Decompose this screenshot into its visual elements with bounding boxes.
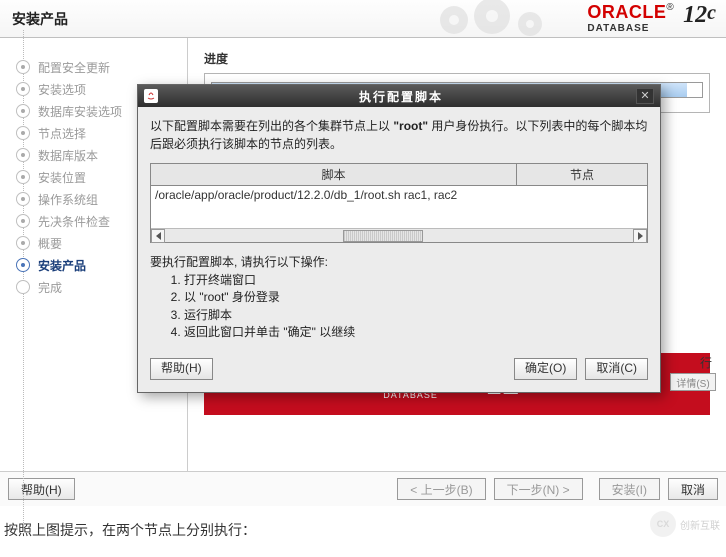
step-security-update[interactable]: 配置安全更新 bbox=[0, 56, 187, 78]
back-button[interactable]: < 上一步(B) bbox=[397, 478, 485, 500]
oracle-logo: ORACLE® DATABASE 12c bbox=[587, 2, 716, 34]
next-button[interactable]: 下一步(N) > bbox=[494, 478, 583, 500]
watermark: CX 创新互联 bbox=[650, 511, 720, 537]
step-tick-icon bbox=[16, 126, 30, 140]
dialog-body: 以下配置脚本需要在列出的各个集群节点上以 "root" 用户身份执行。以下列表中… bbox=[138, 107, 660, 352]
cancel-button[interactable]: 取消 bbox=[668, 478, 718, 500]
grid-header: 脚本 节点 bbox=[151, 164, 647, 186]
step-label: 安装选项 bbox=[38, 81, 86, 98]
step-tick-icon bbox=[16, 104, 30, 118]
dialog-ok-button[interactable]: 确定(O) bbox=[514, 358, 577, 380]
todo-block: 要执行配置脚本, 请执行以下操作: 打开终端窗口 以 "root" 身份登录 运… bbox=[150, 253, 648, 342]
step-tick-icon bbox=[16, 82, 30, 96]
close-icon[interactable]: ✕ bbox=[636, 88, 654, 104]
step-tick-icon bbox=[16, 236, 30, 250]
step-label: 完成 bbox=[38, 279, 62, 296]
watermark-icon: CX bbox=[650, 511, 676, 537]
step-label: 节点选择 bbox=[38, 125, 86, 142]
scroll-left-icon[interactable] bbox=[151, 229, 165, 243]
step-label: 安装位置 bbox=[38, 169, 86, 186]
install-button[interactable]: 安装(I) bbox=[599, 478, 660, 500]
java-icon bbox=[144, 89, 158, 103]
brand-word: ORACLE bbox=[587, 2, 666, 22]
scroll-right-icon[interactable] bbox=[633, 229, 647, 243]
list-item: 运行脚本 bbox=[184, 307, 648, 324]
brand-ver: 12 bbox=[683, 2, 707, 28]
help-button[interactable]: 帮助(H) bbox=[8, 478, 75, 500]
scroll-track[interactable] bbox=[165, 229, 633, 243]
grid-body[interactable]: /oracle/app/oracle/product/12.2.0/db_1/r… bbox=[151, 186, 647, 228]
dialog-instruction: 以下配置脚本需要在列出的各个集群节点上以 "root" 用户身份执行。以下列表中… bbox=[150, 117, 648, 153]
step-label: 安装产品 bbox=[38, 257, 86, 274]
config-script-dialog: 执行配置脚本 ✕ 以下配置脚本需要在列出的各个集群节点上以 "root" 用户身… bbox=[137, 84, 661, 393]
window-title: 安装产品 bbox=[0, 9, 68, 29]
details-button[interactable]: 详情(S) bbox=[670, 373, 716, 391]
gears-decor bbox=[434, 0, 554, 38]
step-label: 先决条件检查 bbox=[38, 213, 110, 230]
step-label: 配置安全更新 bbox=[38, 59, 110, 76]
list-item: 打开终端窗口 bbox=[184, 272, 648, 289]
nav-buttons: < 上一步(B) 下一步(N) > bbox=[397, 478, 582, 500]
step-label: 数据库安装选项 bbox=[38, 103, 122, 120]
step-label: 操作系统组 bbox=[38, 191, 98, 208]
side-controls: 行 详情(S) bbox=[670, 354, 716, 391]
step-tick-icon bbox=[16, 214, 30, 228]
table-row[interactable]: /oracle/app/oracle/product/12.2.0/db_1/r… bbox=[151, 186, 647, 204]
list-item: 以 "root" 身份登录 bbox=[184, 289, 648, 306]
step-label: 数据库版本 bbox=[38, 147, 98, 164]
progress-label: 进度 bbox=[204, 50, 710, 67]
footer-note: 按照上图提示，在两个节点上分别执行： bbox=[0, 506, 726, 540]
step-tick-icon bbox=[16, 60, 30, 74]
side-char: 行 bbox=[700, 354, 712, 371]
titlebar: 安装产品 ORACLE® DATABASE 12c bbox=[0, 0, 726, 38]
col-script[interactable]: 脚本 bbox=[151, 164, 517, 185]
step-tick-icon bbox=[16, 192, 30, 206]
brand-suffix: c bbox=[707, 2, 716, 24]
bottom-bar: 帮助(H) < 上一步(B) 下一步(N) > 安装(I) 取消 bbox=[0, 472, 726, 506]
brand-sub: DATABASE bbox=[587, 23, 649, 34]
step-tick-icon bbox=[16, 258, 30, 272]
step-tick-icon bbox=[16, 148, 30, 162]
col-node[interactable]: 节点 bbox=[517, 164, 647, 185]
cell-node bbox=[517, 186, 647, 204]
step-tick-icon bbox=[16, 280, 30, 294]
step-label: 概要 bbox=[38, 235, 62, 252]
scroll-thumb[interactable] bbox=[343, 230, 423, 242]
dialog-help-button[interactable]: 帮助(H) bbox=[150, 358, 213, 380]
dialog-footer: 帮助(H) 确定(O) 取消(C) bbox=[138, 352, 660, 392]
dialog-titlebar[interactable]: 执行配置脚本 ✕ bbox=[138, 85, 660, 107]
script-grid: 脚本 节点 /oracle/app/oracle/product/12.2.0/… bbox=[150, 163, 648, 243]
todo-intro: 要执行配置脚本, 请执行以下操作: bbox=[150, 253, 648, 270]
list-item: 返回此窗口并单击 "确定" 以继续 bbox=[184, 324, 648, 341]
todo-list: 打开终端窗口 以 "root" 身份登录 运行脚本 返回此窗口并单击 "确定" … bbox=[150, 272, 648, 342]
horizontal-scrollbar[interactable] bbox=[151, 228, 647, 242]
dialog-cancel-button[interactable]: 取消(C) bbox=[585, 358, 648, 380]
step-tick-icon bbox=[16, 170, 30, 184]
dialog-title: 执行配置脚本 bbox=[166, 88, 636, 105]
cell-script: /oracle/app/oracle/product/12.2.0/db_1/r… bbox=[151, 186, 517, 204]
watermark-text: 创新互联 bbox=[680, 517, 720, 532]
